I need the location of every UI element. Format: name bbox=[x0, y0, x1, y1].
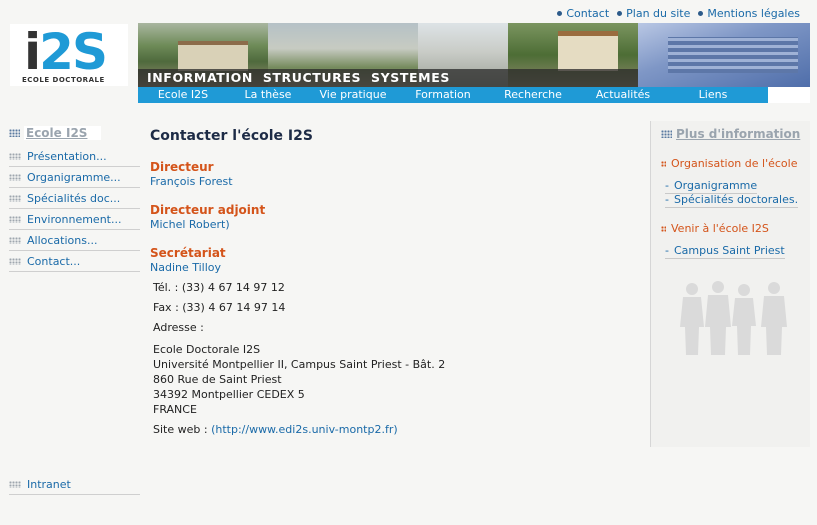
sidebar-title[interactable]: Ecole I2S bbox=[24, 126, 102, 140]
site-map-link[interactable]: Plan du site bbox=[617, 7, 690, 20]
grid-dots-icon bbox=[661, 130, 672, 138]
website-link[interactable]: (http://www.edi2s.univ-montp2.fr) bbox=[211, 423, 398, 436]
i2s-logo[interactable]: i2S ECOLE DOCTORALE bbox=[10, 24, 128, 86]
adjoint-heading: Directeur adjoint bbox=[150, 203, 266, 217]
sidebar-item-presentation[interactable]: Présentation... bbox=[9, 146, 140, 167]
grid-dots-icon bbox=[9, 152, 21, 160]
grid-dots-icon bbox=[9, 129, 20, 137]
postal-address: Ecole Doctorale I2S Université Montpelli… bbox=[153, 342, 640, 417]
directeur-heading: Directeur bbox=[150, 160, 214, 174]
legal-notice-link[interactable]: Mentions légales bbox=[698, 7, 800, 20]
banner-photo bbox=[558, 31, 618, 71]
address-line: FRANCE bbox=[153, 403, 197, 416]
menu-item-these[interactable]: La thèse bbox=[228, 87, 308, 103]
sidebar-item-contact[interactable]: Contact... bbox=[9, 251, 140, 272]
secretariat-name[interactable]: Nadine Tilloy bbox=[150, 261, 640, 274]
page-title: Contacter l'école I2S bbox=[150, 128, 313, 144]
menu-item-liens[interactable]: Liens bbox=[668, 87, 758, 103]
left-sidebar: Ecole I2S Présentation... Organigramme..… bbox=[9, 126, 140, 272]
sidebar-item-organigramme[interactable]: Organigramme... bbox=[9, 167, 140, 188]
column-divider bbox=[650, 121, 651, 447]
specialites-link[interactable]: - Spécialités doctorales. bbox=[665, 193, 799, 208]
logo-mark: i2S bbox=[24, 23, 108, 81]
bullet-icon bbox=[661, 225, 666, 232]
logo-subtitle: ECOLE DOCTORALE bbox=[22, 76, 105, 84]
banner-tagline: INFORMATION STRUCTURES SYSTEMES bbox=[147, 70, 450, 85]
campus-link[interactable]: - Campus Saint Priest bbox=[665, 244, 785, 259]
address-label: Adresse : bbox=[153, 321, 204, 334]
sidebar-item-environnement[interactable]: Environnement... bbox=[9, 209, 140, 230]
sidebar-item-specialites[interactable]: Spécialités doc... bbox=[9, 188, 140, 209]
header-banner: INFORMATION STRUCTURES SYSTEMES bbox=[138, 23, 810, 87]
menu-gap bbox=[768, 87, 810, 103]
menu-item-recherche[interactable]: Recherche bbox=[488, 87, 578, 103]
address-line: Ecole Doctorale I2S bbox=[153, 343, 261, 356]
phone-number: Tél. : (33) 4 67 14 97 12 bbox=[153, 281, 285, 294]
banner-photo bbox=[178, 41, 248, 71]
menu-item-actualites[interactable]: Actualités bbox=[578, 87, 668, 103]
grid-dots-icon bbox=[9, 480, 21, 488]
menu-item-formation[interactable]: Formation bbox=[398, 87, 488, 103]
bullet-icon bbox=[661, 160, 666, 167]
fax-number: Fax : (33) 4 67 14 97 14 bbox=[153, 301, 286, 314]
venir-heading: Venir à l'école I2S bbox=[661, 222, 769, 235]
address-line: Université Montpellier II, Campus Saint … bbox=[153, 358, 446, 371]
contact-details: Tél. : (33) 4 67 14 97 12 Fax : (33) 4 6… bbox=[150, 281, 640, 436]
grid-dots-icon bbox=[9, 173, 21, 181]
grid-dots-icon bbox=[9, 257, 21, 265]
address-line: 34392 Montpellier CEDEX 5 bbox=[153, 388, 305, 401]
sidebar-item-allocations[interactable]: Allocations... bbox=[9, 230, 140, 251]
address-line: 860 Rue de Saint Priest bbox=[153, 373, 282, 386]
secretariat-heading: Secrétariat bbox=[150, 246, 226, 260]
grid-dots-icon bbox=[9, 236, 21, 244]
menu-item-vie-pratique[interactable]: Vie pratique bbox=[308, 87, 398, 103]
sidebar-header: Ecole I2S bbox=[9, 126, 140, 140]
website-row: Site web : (http://www.edi2s.univ-montp2… bbox=[153, 423, 640, 436]
people-silhouette-icon bbox=[680, 281, 787, 355]
main-menu: Ecole I2S La thèse Vie pratique Formatio… bbox=[138, 87, 810, 103]
organigramme-link[interactable]: - Organigramme bbox=[665, 179, 758, 194]
bullet-icon bbox=[698, 11, 704, 16]
website-label: Site web : bbox=[153, 423, 208, 436]
right-sidebar-header: Plus d'information bbox=[661, 127, 800, 141]
adjoint-name[interactable]: Michel Robert) bbox=[150, 218, 640, 231]
bullet-icon bbox=[557, 11, 563, 16]
grid-dots-icon bbox=[9, 194, 21, 202]
right-sidebar: Plus d'information Organisation de l'éco… bbox=[650, 121, 810, 447]
contact-link[interactable]: Contact bbox=[557, 7, 609, 20]
menu-item-ecole[interactable]: Ecole I2S bbox=[138, 87, 228, 103]
grid-dots-icon bbox=[9, 215, 21, 223]
main-content: Contacter l'école I2S Directeur François… bbox=[150, 128, 640, 436]
bullet-icon bbox=[617, 11, 623, 16]
organisation-heading: Organisation de l'école bbox=[661, 157, 797, 170]
right-sidebar-title[interactable]: Plus d'information bbox=[676, 127, 800, 141]
directeur-name[interactable]: François Forest bbox=[150, 175, 640, 188]
banner-photo bbox=[668, 37, 798, 73]
top-links: Contact Plan du site Mentions légales bbox=[557, 7, 800, 20]
sidebar-item-intranet[interactable]: Intranet bbox=[9, 474, 140, 495]
